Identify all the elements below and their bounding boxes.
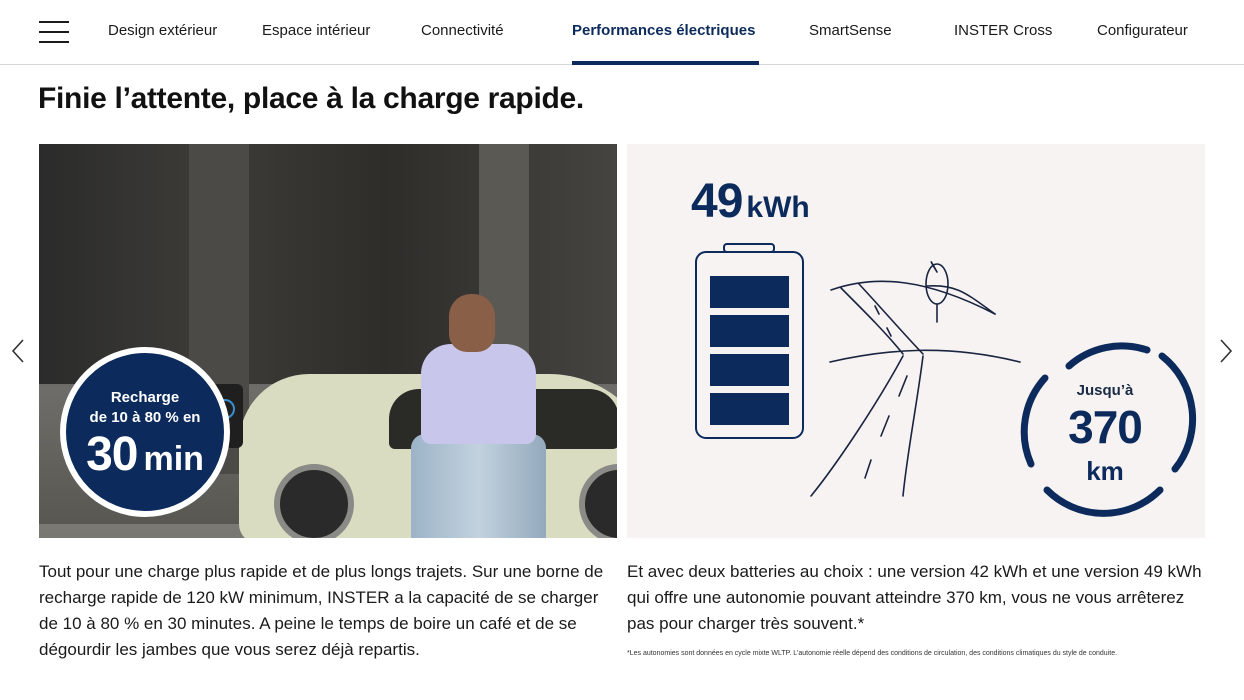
nav-item-smartsense[interactable]: SmartSense [809,22,892,39]
range-indicator: Jusqu’à 370 km [1020,352,1190,518]
footnote: *Les autonomies sont données en cycle mi… [627,650,1118,657]
charge-time-badge: Recharge de 10 à 80 % en 30 min [60,347,230,517]
range-prefix: Jusqu’à [1076,382,1134,399]
charging-description: Tout pour une charge plus rapide et de p… [39,562,604,659]
badge-line-1: Recharge [110,389,180,406]
badge-number: 30 [86,428,138,481]
nav-item-design-exterieur[interactable]: Design extérieur [108,22,217,39]
badge-unit: min [143,440,204,478]
page-title: Finie l’attente, place à la charge rapid… [38,82,584,115]
nav-item-performances-electriques[interactable]: Performances électriques [572,22,755,39]
range-unit: km [1086,456,1124,486]
nav-item-configurateur[interactable]: Configurateur [1097,22,1188,39]
active-tab-indicator [572,61,759,65]
nav-item-connectivite[interactable]: Connectivité [421,22,504,39]
battery-description: Et avec deux batteries au choix : une ve… [627,562,1202,633]
range-number: 370 [1068,401,1143,453]
top-navigation: Design extérieur Espace intérieur Connec… [0,0,1244,65]
badge-line-2: de 10 à 80 % en [89,409,201,426]
chevron-left-icon[interactable] [9,338,29,364]
battery-icon [695,243,804,439]
chevron-right-icon[interactable] [1215,338,1235,364]
battery-range-illustration: 49 kWh Jusqu’à 370 km [627,144,1205,538]
menu-icon[interactable] [39,21,69,45]
nav-item-inster-cross[interactable]: INSTER Cross [954,22,1052,39]
nav-item-espace-interieur[interactable]: Espace intérieur [262,22,370,39]
